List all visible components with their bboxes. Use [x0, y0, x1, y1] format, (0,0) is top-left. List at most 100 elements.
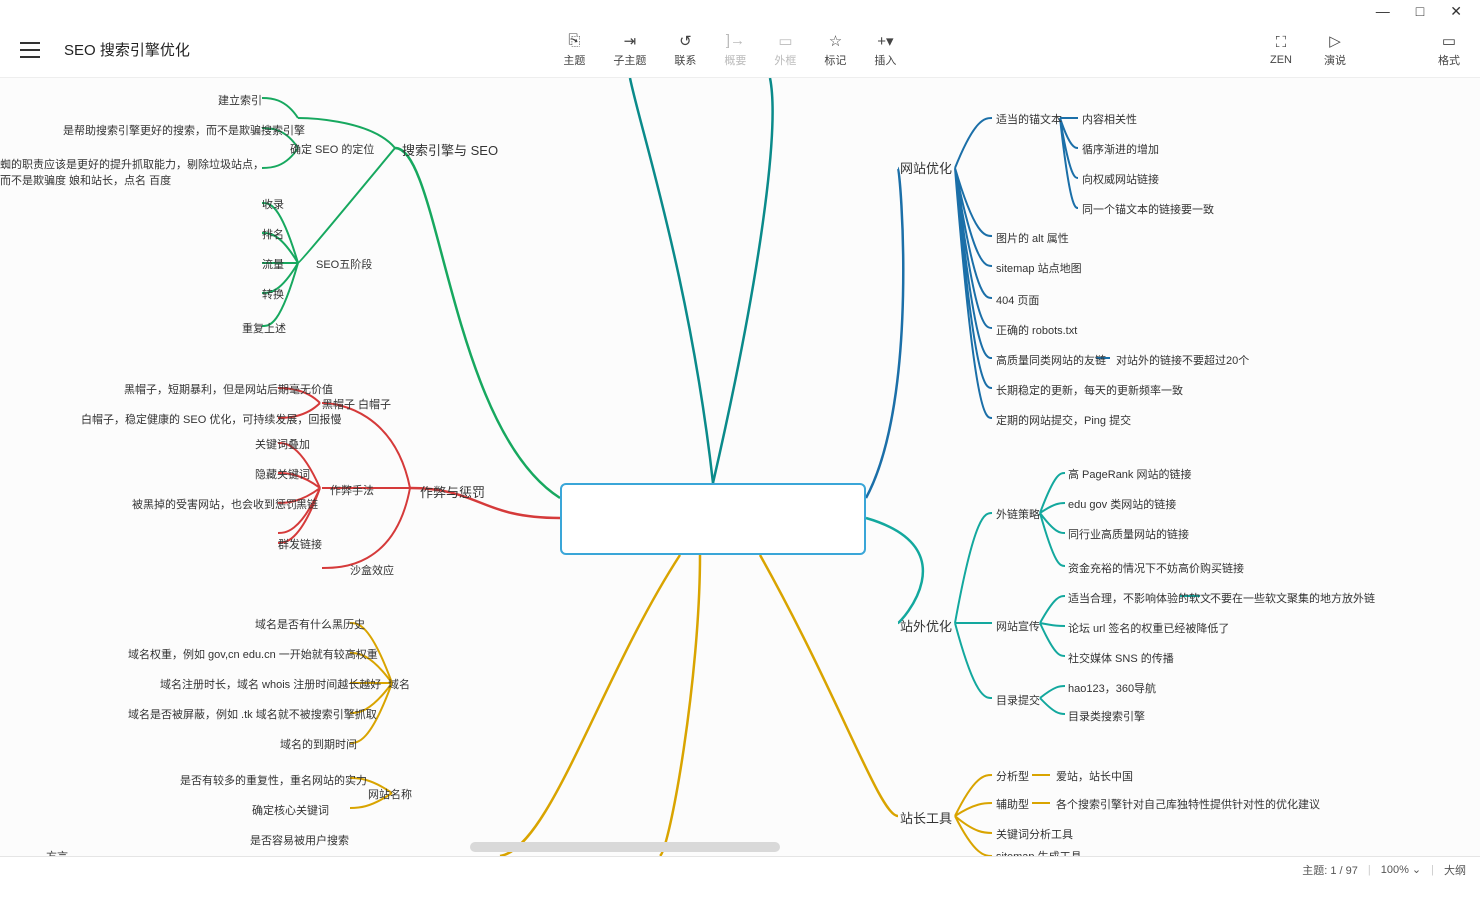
maximize-icon[interactable]: □: [1416, 3, 1424, 19]
node[interactable]: sitemap 站点地图: [996, 260, 1082, 276]
topic-button[interactable]: ⎘主题: [563, 32, 585, 68]
menu-icon[interactable]: [20, 42, 40, 58]
node[interactable]: 同一个锚文本的链接要一致: [1082, 201, 1214, 217]
node[interactable]: 辅助型: [996, 796, 1029, 812]
boundary-icon: ▭: [778, 32, 792, 50]
node[interactable]: 高质量同类网站的友链: [996, 352, 1106, 368]
node[interactable]: 隐藏关键词: [255, 466, 310, 482]
node[interactable]: 重复上述: [242, 320, 286, 336]
marker-button[interactable]: ☆标记: [824, 32, 846, 68]
node[interactable]: 网站名称: [368, 786, 412, 802]
node[interactable]: edu gov 类网站的链接: [1068, 496, 1176, 512]
zen-icon: ⛶: [1276, 34, 1287, 52]
status-outline[interactable]: 大纲: [1444, 862, 1466, 878]
branch-cheat[interactable]: 作弊与惩罚: [420, 482, 485, 501]
node[interactable]: 建立索引: [218, 92, 262, 108]
node[interactable]: 排名: [262, 226, 284, 242]
node[interactable]: 长期稳定的更新，每天的更新频率一致: [996, 382, 1183, 398]
mindmap-canvas[interactable]: 搜索引擎与 SEO 建立索引 确定 SEO 的定位 是帮助搜索引擎更好的搜索，而…: [0, 78, 1480, 856]
central-topic[interactable]: [560, 483, 866, 555]
node[interactable]: 资金充裕的情况下不妨高价购买链接: [1068, 560, 1244, 576]
zen-button[interactable]: ⛶ZEN: [1270, 34, 1292, 66]
node[interactable]: 适当的锚文本: [996, 111, 1062, 127]
node[interactable]: 目录类搜索引擎: [1068, 708, 1145, 724]
node[interactable]: 正确的 robots.txt: [996, 322, 1077, 338]
node[interactable]: 是否容易被用户搜索: [250, 832, 349, 848]
node[interactable]: 确定 SEO 的定位: [290, 141, 374, 157]
status-zoom[interactable]: 100% ⌄: [1381, 863, 1421, 876]
node[interactable]: 向权威网站链接: [1082, 171, 1159, 187]
connection-lines: [0, 78, 1480, 856]
marker-icon: ☆: [829, 32, 842, 50]
node[interactable]: 域名是否被屏蔽，例如 .tk 域名就不被搜索引擎抓取: [128, 706, 377, 722]
status-bar: 主题: 1 / 97 | 100% ⌄ | 大纲: [0, 856, 1480, 882]
node[interactable]: 关键词叠加: [255, 436, 310, 452]
node[interactable]: 流量: [262, 256, 284, 272]
node[interactable]: 域名权重，例如 gov,cn edu.cn 一开始就有较高权重: [128, 646, 378, 662]
node[interactable]: 适当合理，不影响体验的软文: [1068, 590, 1211, 606]
branch-site-opt[interactable]: 网站优化: [900, 158, 952, 177]
horizontal-scrollbar[interactable]: [470, 842, 780, 852]
node[interactable]: 404 页面: [996, 292, 1039, 308]
node[interactable]: 外链策略: [996, 506, 1040, 522]
node[interactable]: 论坛 url 签名的权重已经被降低了: [1068, 620, 1229, 636]
subtopic-icon: ⇥: [624, 32, 637, 50]
branch-search-seo[interactable]: 搜索引擎与 SEO: [402, 140, 498, 159]
node[interactable]: 沙盒效应: [350, 562, 394, 578]
node[interactable]: 不要在一些软文聚集的地方放外链: [1210, 590, 1375, 606]
node[interactable]: 定期的网站提交，Ping 提交: [996, 412, 1131, 428]
close-icon[interactable]: ✕: [1450, 3, 1462, 20]
node[interactable]: 被黑掉的受害网站，也会收到惩罚: [132, 496, 297, 512]
node[interactable]: 域名注册时长，域名 whois 注册时间越长越好: [160, 676, 381, 692]
node[interactable]: 目录提交: [996, 692, 1040, 708]
node[interactable]: 黑帽子，短期暴利，但是网站后期毫无价值: [124, 381, 333, 397]
format-icon: ▭: [1442, 32, 1456, 50]
minimize-icon[interactable]: —: [1376, 3, 1390, 19]
present-button[interactable]: ▷演说: [1324, 32, 1346, 68]
node[interactable]: 域名是否有什么黑历史: [255, 616, 365, 632]
node[interactable]: 是否有较多的重复性，重名网站的实力: [180, 772, 367, 788]
node[interactable]: 分析型: [996, 768, 1029, 784]
subtopic-button[interactable]: ⇥子主题: [613, 32, 646, 68]
node[interactable]: 方言: [46, 848, 68, 856]
relationship-icon: ↺: [679, 32, 692, 50]
node[interactable]: 黑帽子 白帽子: [322, 396, 391, 412]
node[interactable]: 社交媒体 SNS 的传播: [1068, 650, 1174, 666]
node[interactable]: 关键词分析工具: [996, 826, 1073, 842]
node[interactable]: 是帮助搜索引擎更好的搜索，而不是欺骗搜索引擎: [63, 122, 305, 138]
node[interactable]: 作弊手法: [330, 482, 374, 498]
node[interactable]: 蜘的职责应该是更好的提升抓取能力，剔除垃圾站点，而不是欺骗度 娘和站长，点名 百…: [0, 156, 270, 188]
branch-offsite[interactable]: 站外优化: [900, 616, 952, 635]
node[interactable]: 循序渐进的增加: [1082, 141, 1159, 157]
node[interactable]: 群发链接: [278, 536, 322, 552]
toolbar: SEO 搜索引擎优化 ⎘主题 ⇥子主题 ↺联系 ]→概要 ▭外框 ☆标记 +▾插…: [0, 22, 1480, 78]
topic-icon: ⎘: [568, 32, 580, 50]
node[interactable]: 域名: [388, 676, 410, 692]
node[interactable]: 高 PageRank 网站的链接: [1068, 466, 1191, 482]
format-button[interactable]: ▭格式: [1438, 32, 1460, 68]
branch-tools[interactable]: 站长工具: [900, 808, 952, 827]
insert-button[interactable]: +▾插入: [874, 32, 896, 68]
node[interactable]: 网站宣传: [996, 618, 1040, 634]
node[interactable]: 确定核心关键词: [252, 802, 329, 818]
node[interactable]: 同行业高质量网站的链接: [1068, 526, 1189, 542]
summary-button: ]→概要: [724, 32, 746, 68]
node[interactable]: 对站外的链接不要超过20个: [1116, 352, 1249, 368]
window-controls: — □ ✕: [0, 0, 1480, 22]
node[interactable]: 黑链: [296, 496, 318, 512]
insert-icon: +▾: [877, 32, 893, 50]
node[interactable]: 爱站，站长中国: [1056, 768, 1133, 784]
node[interactable]: 白帽子，稳定健康的 SEO 优化，可持续发展，回报慢: [81, 411, 341, 427]
summary-icon: ]→: [726, 32, 745, 50]
node[interactable]: 域名的到期时间: [280, 736, 357, 752]
node[interactable]: SEO五阶段: [316, 256, 372, 272]
node[interactable]: 图片的 alt 属性: [996, 230, 1069, 246]
node[interactable]: hao123，360导航: [1068, 680, 1156, 696]
node[interactable]: 内容相关性: [1082, 111, 1137, 127]
node[interactable]: sitemap 生成工具: [996, 848, 1082, 856]
node[interactable]: 收录: [262, 196, 284, 212]
node[interactable]: 转换: [262, 286, 284, 302]
node[interactable]: 各个搜索引擎针对自己库独特性提供针对性的优化建议: [1056, 796, 1320, 812]
relationship-button[interactable]: ↺联系: [674, 32, 696, 68]
status-topics: 主题: 1 / 97: [1302, 862, 1358, 878]
